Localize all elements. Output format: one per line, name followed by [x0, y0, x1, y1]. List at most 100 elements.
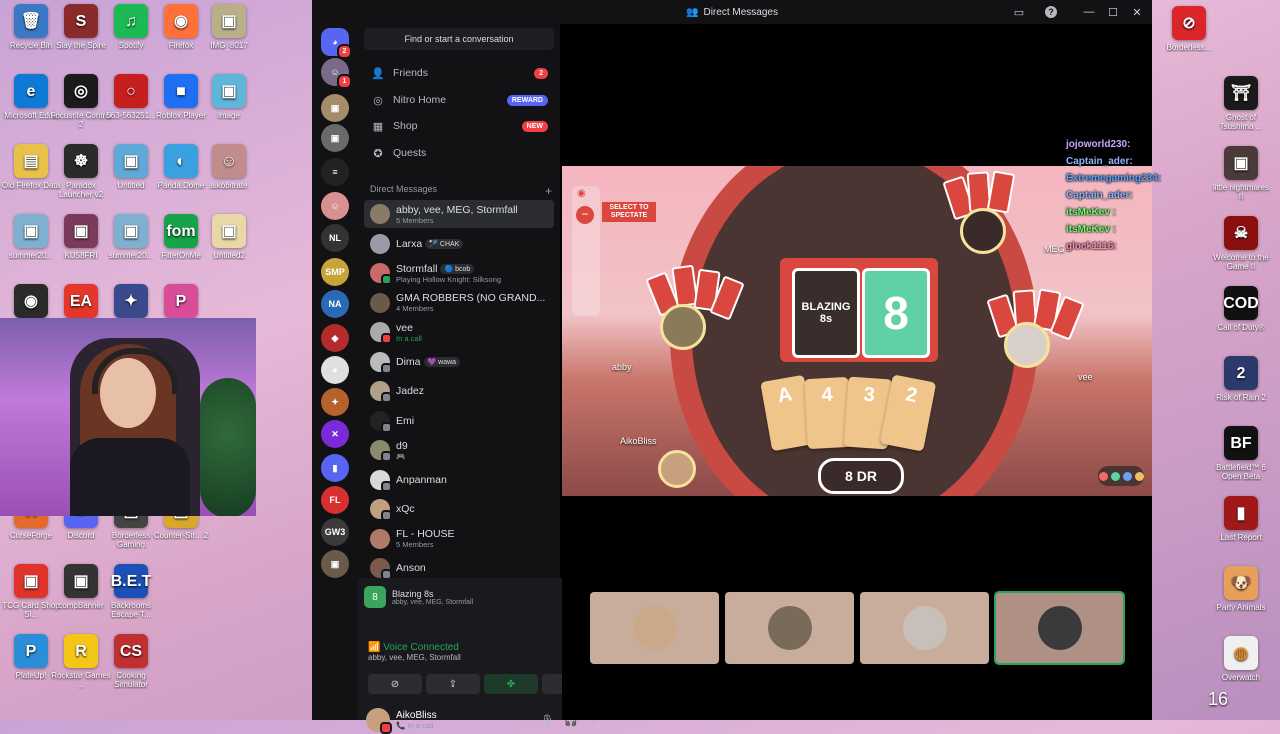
- server-icon[interactable]: ≡: [321, 158, 349, 186]
- opponent-cards-meg: [986, 170, 1016, 214]
- participant-tile-4[interactable]: [994, 591, 1125, 665]
- participant-tile-2[interactable]: [725, 592, 854, 664]
- avatar: [370, 351, 392, 374]
- server-icon[interactable]: ▣: [321, 550, 349, 578]
- inbox-icon[interactable]: ▭: [1008, 1, 1030, 23]
- dm-item[interactable]: FL - HOUSE 5 Members: [364, 525, 554, 553]
- app-icon: 🗑: [14, 4, 48, 38]
- app-icon: ▣: [14, 214, 48, 248]
- server-icon[interactable]: ▣: [321, 94, 349, 122]
- server-icon[interactable]: GW3: [321, 518, 349, 546]
- desktop-icon[interactable]: ⛩ Ghost of Tsushima ...: [1210, 76, 1272, 131]
- avatar: [370, 469, 392, 492]
- dm-item[interactable]: Jadez: [364, 377, 554, 405]
- nav-quests[interactable]: ✪ Quests: [364, 141, 554, 165]
- dm-name: Stormfall 🔵 bcob: [396, 263, 501, 275]
- minimize-icon[interactable]: —: [1078, 1, 1100, 23]
- dm-name: abby, vee, MEG, Stormfall: [396, 203, 518, 216]
- server-icon[interactable]: ☺: [321, 192, 349, 220]
- server-icon[interactable]: ◆: [321, 324, 349, 352]
- desktop-icon[interactable]: ☺ aikobitrate: [198, 144, 260, 190]
- emote-toggle[interactable]: [1098, 466, 1144, 486]
- server-icon[interactable]: ●: [321, 356, 349, 384]
- server-icon[interactable]: ☺ 1: [321, 58, 352, 89]
- desktop-icon[interactable]: ▣ image: [198, 74, 260, 120]
- nav-label: Nitro Home: [393, 94, 447, 106]
- dm-item[interactable]: Dima 💜 wawa: [364, 348, 554, 376]
- player-avatar-meg[interactable]: [960, 208, 1006, 254]
- activity-title: Blazing 8s: [392, 588, 434, 599]
- participant-tile-3[interactable]: [860, 592, 989, 664]
- signal-icon: 📶: [368, 642, 381, 653]
- maximize-icon[interactable]: ☐: [1102, 1, 1124, 23]
- nav-shop[interactable]: ▦ Shop NEW: [364, 114, 554, 138]
- dm-item[interactable]: Emi: [364, 407, 554, 435]
- chat-message: jojoworld230:: [1066, 139, 1131, 150]
- webcam-overlay: [0, 318, 256, 516]
- camera-off-button[interactable]: ⊘: [368, 674, 422, 694]
- desktop-icon-label: Backrooms Escape T...: [110, 601, 151, 619]
- server-icon[interactable]: FL: [321, 486, 349, 514]
- player-avatar-aikobliss[interactable]: [658, 450, 696, 488]
- server-icon[interactable]: ▣: [321, 124, 349, 152]
- server-icon[interactable]: ◕ 2: [321, 28, 352, 59]
- chat-message: glock1116:: [1066, 241, 1117, 252]
- desktop-icon[interactable]: COD Call of Duty®: [1210, 286, 1272, 332]
- dm-item[interactable]: abby, vee, MEG, Stormfall 5 Members: [364, 200, 554, 228]
- screenshare-button[interactable]: ⇪: [426, 674, 480, 694]
- player-avatar-abby[interactable]: [660, 304, 706, 350]
- avatar: [767, 606, 812, 650]
- participant-tile-1[interactable]: [590, 592, 719, 664]
- server-icon[interactable]: SMP: [321, 258, 349, 286]
- dm-subtitle: Playing Hollow Knight: Silksong: [396, 274, 502, 284]
- draw-deck[interactable]: BLAZING 8s: [792, 268, 860, 358]
- dm-item[interactable]: Larxa 🏸 CHAK: [364, 230, 554, 258]
- dm-name: Emi: [396, 414, 415, 427]
- status-dot: [381, 392, 392, 403]
- desktop-icon[interactable]: ▮ Last Report: [1210, 496, 1272, 542]
- blazing-8s-icon: 8: [364, 586, 386, 608]
- close-icon[interactable]: ✕: [1126, 1, 1148, 23]
- discord-window: 👥 Direct Messages ▭ ? — ☐ ✕ ◕ 2 ☺ 1 ▣ ▣ ≡ ☺ NL SM…: [312, 0, 1152, 734]
- dm-item[interactable]: xQc: [364, 495, 554, 523]
- dm-item[interactable]: vee In a call: [364, 318, 554, 346]
- minimize-spectate-button[interactable]: −: [576, 206, 594, 224]
- server-avatar: ▣: [321, 124, 349, 152]
- server-icon[interactable]: ✕: [321, 420, 349, 448]
- dm-name: d9: [396, 439, 408, 452]
- server-icon[interactable]: NL: [321, 224, 349, 252]
- desktop-icon[interactable]: ▣ IMG_8017: [198, 4, 260, 50]
- nav-nitro-home[interactable]: ◎ Nitro Home REWARD: [364, 88, 554, 112]
- nav-friends[interactable]: 👤 Friends 2: [364, 61, 554, 85]
- desktop-icon[interactable]: 🐶 Party Animals: [1210, 566, 1272, 612]
- app-icon: P: [14, 634, 48, 668]
- dm-item[interactable]: Anpanman: [364, 466, 554, 494]
- search-input[interactable]: Find or start a conversation: [364, 28, 554, 50]
- app-icon: 🐶: [1224, 566, 1258, 600]
- desktop-icon-label: Call of Duty®: [1217, 323, 1265, 332]
- server-icon[interactable]: ▮: [321, 454, 349, 482]
- desktop-icon[interactable]: ◍ Overwatch: [1210, 636, 1272, 682]
- desktop-icon-label: Borderless...: [1166, 43, 1212, 52]
- window-controls: ▭ ? — ☐ ✕: [1008, 0, 1148, 24]
- desktop-icon[interactable]: B.E.T Backrooms Escape T...: [100, 564, 162, 619]
- activity-button[interactable]: ✤: [484, 674, 538, 694]
- desktop-icon[interactable]: 2 Risk of Rain 2: [1210, 356, 1272, 402]
- server-avatar: ◆: [321, 324, 349, 352]
- app-icon: ▤: [14, 144, 48, 178]
- blazing-8s-game[interactable]: ◉ − SELECT TO SPECTATE BLAZING 8s 8 A432…: [562, 166, 1152, 496]
- desktop-icon[interactable]: CS Cooking Simulator: [100, 634, 162, 689]
- desktop-icon[interactable]: BF Battlefield™ 6 Open Beta: [1210, 426, 1272, 481]
- help-icon[interactable]: ?: [1040, 1, 1062, 23]
- player-avatar-vee[interactable]: [1004, 322, 1050, 368]
- microphone-icon[interactable]: 🎙: [540, 714, 554, 727]
- desktop-icon[interactable]: P: [150, 284, 212, 321]
- dm-item[interactable]: GMA ROBBERS (NO GRAND... 4 Members: [364, 289, 554, 317]
- add-dm-icon[interactable]: +: [545, 184, 552, 198]
- dm-item[interactable]: d9 🎮: [364, 436, 554, 464]
- dm-item[interactable]: Stormfall 🔵 bcob Playing Hollow Knight: Si…: [364, 259, 554, 287]
- desktop-icon[interactable]: ⊘ Borderless...: [1158, 6, 1220, 52]
- server-icon[interactable]: ✦: [321, 388, 349, 416]
- server-icon[interactable]: NA: [321, 290, 349, 318]
- desktop-icon[interactable]: ▣ Untitled2: [198, 214, 260, 260]
